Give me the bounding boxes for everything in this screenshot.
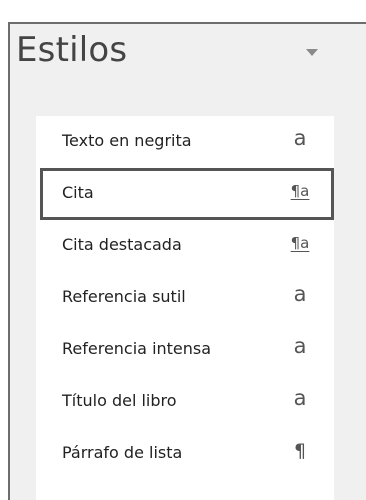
style-name: Título del libro <box>62 391 177 410</box>
style-name: Párrafo de lista <box>62 443 183 462</box>
style-item-parrafo-de-lista[interactable]: Párrafo de lista ¶ <box>36 428 334 480</box>
linked-style-icon: ¶a <box>290 182 310 200</box>
styles-pane: Estilos Texto en negrita a Cita ¶a Cita … <box>0 0 366 500</box>
character-style-icon: a <box>293 126 307 150</box>
styles-list: Texto en negrita a Cita ¶a Cita destacad… <box>36 116 334 500</box>
style-item-titulo-del-libro[interactable]: Título del libro a <box>36 376 334 428</box>
style-item-cita-destacada[interactable]: Cita destacada ¶a <box>36 220 334 272</box>
style-item-texto-en-negrita[interactable]: Texto en negrita a <box>36 116 334 168</box>
pane-options-button[interactable] <box>299 40 325 64</box>
character-style-icon: a <box>293 282 307 306</box>
paragraph-style-icon: ¶ <box>293 440 307 462</box>
style-name: Texto en negrita <box>62 131 192 150</box>
style-name: Cita <box>62 183 94 202</box>
linked-style-icon: ¶a <box>290 234 310 252</box>
style-item-referencia-intensa[interactable]: Referencia intensa a <box>36 324 334 376</box>
character-style-icon: a <box>293 334 307 358</box>
style-item-referencia-sutil[interactable]: Referencia sutil a <box>36 272 334 324</box>
style-name: Cita destacada <box>62 235 182 254</box>
style-name: Referencia intensa <box>62 339 212 358</box>
style-item-cita[interactable]: Cita ¶a <box>40 168 334 220</box>
style-name: Referencia sutil <box>62 287 186 306</box>
pane-left-margin <box>10 116 36 500</box>
pane-title: Estilos <box>16 30 128 70</box>
pane-right-margin <box>334 116 366 500</box>
character-style-icon: a <box>293 386 307 410</box>
triangle-down-icon <box>306 48 318 56</box>
